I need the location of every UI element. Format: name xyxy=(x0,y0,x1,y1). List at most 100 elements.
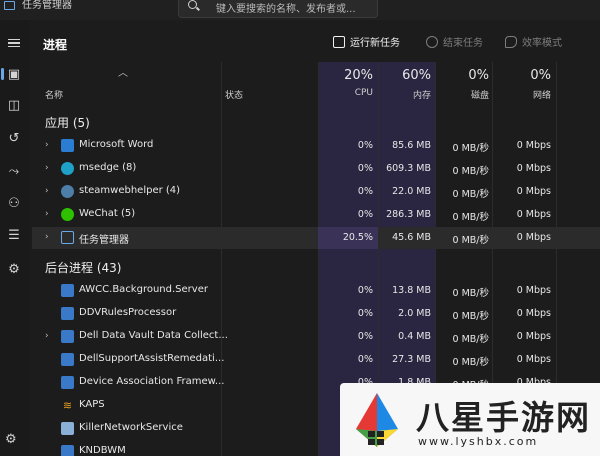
column-name[interactable]: 名称 xyxy=(45,88,63,101)
table-row[interactable]: › steamwebhelper (4) 0% 22.0 MB 0 MB/秒 0… xyxy=(32,181,600,203)
disk-total: 0% xyxy=(468,68,489,83)
network-value: 0 Mbps xyxy=(516,140,551,151)
process-name: KillerNetworkService xyxy=(79,422,183,433)
column-disk[interactable]: 磁盘 xyxy=(436,88,489,101)
table-row[interactable]: › Microsoft Word 0% 85.6 MB 0 MB/秒 0 Mbp… xyxy=(32,135,600,157)
word-icon xyxy=(61,139,74,152)
cpu-value: 0% xyxy=(357,331,373,342)
watermark-banner: 八星手游网 www.lyshbx.com xyxy=(340,383,600,456)
expand-chevron-icon[interactable]: › xyxy=(45,163,49,173)
memory-value: 85.6 MB xyxy=(392,140,431,151)
process-name: WeChat (5) xyxy=(79,208,136,219)
group-background-heading: 后台进程 (43) xyxy=(45,261,122,275)
menu-icon[interactable] xyxy=(4,34,24,52)
expand-chevron-icon[interactable]: › xyxy=(45,232,49,242)
disk-value: 0 MB/秒 xyxy=(452,311,489,322)
services-icon[interactable]: ⚙ xyxy=(4,260,24,278)
memory-total: 60% xyxy=(402,68,431,83)
search-placeholder: 键入要搜索的名称、发布者或... xyxy=(216,4,356,15)
search-icon xyxy=(188,0,197,9)
memory-value: 27.3 MB xyxy=(392,354,431,365)
end-task-icon xyxy=(426,35,438,48)
service-icon xyxy=(61,284,74,297)
end-task-button[interactable]: 结束任务 xyxy=(426,34,483,49)
table-row[interactable]: DellSupportAssistRemedati... 0% 27.3 MB … xyxy=(32,349,600,371)
process-name: Device Association Framew... xyxy=(79,376,225,387)
memory-value: 0.4 MB xyxy=(398,331,431,342)
process-name: Microsoft Word xyxy=(79,139,154,150)
table-row[interactable]: › msedge (8) 0% 609.3 MB 0 MB/秒 0 Mbps xyxy=(32,158,600,180)
disk-value: 0 MB/秒 xyxy=(452,235,489,246)
title-bar: 任务管理器 键入要搜索的名称、发布者或... xyxy=(0,0,600,20)
expand-chevron-icon[interactable]: › xyxy=(45,140,49,150)
disk-value: 0 MB/秒 xyxy=(452,288,489,299)
nav-rail: ▣ ◫ ↺ ⤳ ⚇ ☰ ⚙ xyxy=(0,20,29,456)
window-title: 任务管理器 xyxy=(22,0,72,11)
memory-value: 609.3 MB xyxy=(386,163,431,174)
memory-value: 13.8 MB xyxy=(392,285,431,296)
memory-value: 22.0 MB xyxy=(392,186,431,197)
task-manager-app-icon xyxy=(4,1,15,10)
efficiency-mode-button[interactable]: 效率模式 xyxy=(505,34,562,49)
cpu-value: 20.5% xyxy=(342,232,373,243)
app-history-icon[interactable]: ↺ xyxy=(4,129,24,147)
table-row-selected[interactable]: › 任务管理器 20.5% 45.6 MB 0 MB/秒 0 Mbps xyxy=(32,227,600,249)
table-row[interactable]: AWCC.Background.Server 0% 13.8 MB 0 MB/秒… xyxy=(32,280,600,302)
wechat-icon xyxy=(61,208,74,221)
table-row[interactable]: › Dell Data Vault Data Collect... 0% 0.4… xyxy=(32,326,600,348)
processes-icon[interactable]: ▣ xyxy=(1,65,24,83)
users-icon[interactable]: ⚇ xyxy=(4,194,24,212)
column-status[interactable]: 状态 xyxy=(225,88,243,101)
memory-value: 2.0 MB xyxy=(398,308,431,319)
network-value: 0 Mbps xyxy=(516,232,551,243)
process-name: Dell Data Vault Data Collect... xyxy=(79,330,228,341)
column-memory[interactable]: 内存 xyxy=(378,88,431,101)
process-name: KAPS xyxy=(79,399,105,410)
run-new-task-button[interactable]: 运行新任务 xyxy=(333,34,400,49)
cpu-value: 0% xyxy=(357,163,373,174)
cpu-value: 0% xyxy=(357,186,373,197)
expand-chevron-icon[interactable]: › xyxy=(45,331,49,341)
expand-chevron-icon[interactable]: › xyxy=(45,186,49,196)
watermark-logo xyxy=(356,393,398,447)
column-cpu[interactable]: CPU xyxy=(318,88,373,98)
column-network[interactable]: 网络 xyxy=(493,88,551,101)
table-row[interactable]: › WeChat (5) 0% 286.3 MB 0 MB/秒 0 Mbps xyxy=(32,204,600,226)
watermark-url: www.lyshbx.com xyxy=(418,435,539,448)
network-value: 0 Mbps xyxy=(516,186,551,197)
performance-icon[interactable]: ◫ xyxy=(4,96,24,114)
cpu-value: 0% xyxy=(357,308,373,319)
page-title: 进程 xyxy=(43,38,68,52)
details-icon[interactable]: ☰ xyxy=(4,226,24,244)
disk-value: 0 MB/秒 xyxy=(452,212,489,223)
search-input[interactable]: 键入要搜索的名称、发布者或... xyxy=(178,0,378,18)
process-name: AWCC.Background.Server xyxy=(79,284,208,295)
process-name: steamwebhelper (4) xyxy=(79,185,181,196)
cpu-value: 0% xyxy=(357,209,373,220)
process-name: DDVRulesProcessor xyxy=(79,307,177,318)
expand-chevron-icon[interactable]: › xyxy=(45,209,49,219)
task-manager-icon xyxy=(61,231,74,244)
disk-value: 0 MB/秒 xyxy=(452,357,489,368)
memory-value: 286.3 MB xyxy=(386,209,431,220)
sort-ascending-icon: ︿ xyxy=(118,68,128,79)
network-value: 0 Mbps xyxy=(516,354,551,365)
group-apps-heading: 应用 (5) xyxy=(45,116,90,130)
service-icon xyxy=(61,445,74,456)
network-value: 0 Mbps xyxy=(516,308,551,319)
cpu-value: 0% xyxy=(357,140,373,151)
service-icon xyxy=(61,353,74,366)
memory-value: 45.6 MB xyxy=(392,232,431,243)
service-icon xyxy=(61,376,74,389)
settings-icon[interactable]: ⚙ xyxy=(5,432,17,447)
startup-apps-icon[interactable]: ⤳ xyxy=(4,162,24,180)
process-name: KNDBWM xyxy=(79,445,126,456)
end-task-label: 结束任务 xyxy=(443,38,483,49)
cpu-value: 0% xyxy=(357,285,373,296)
disk-value: 0 MB/秒 xyxy=(452,189,489,200)
disk-value: 0 MB/秒 xyxy=(452,334,489,345)
cpu-value: 0% xyxy=(357,354,373,365)
disk-value: 0 MB/秒 xyxy=(452,166,489,177)
table-row[interactable]: DDVRulesProcessor 0% 2.0 MB 0 MB/秒 0 Mbp… xyxy=(32,303,600,325)
process-name: DellSupportAssistRemedati... xyxy=(79,353,225,364)
